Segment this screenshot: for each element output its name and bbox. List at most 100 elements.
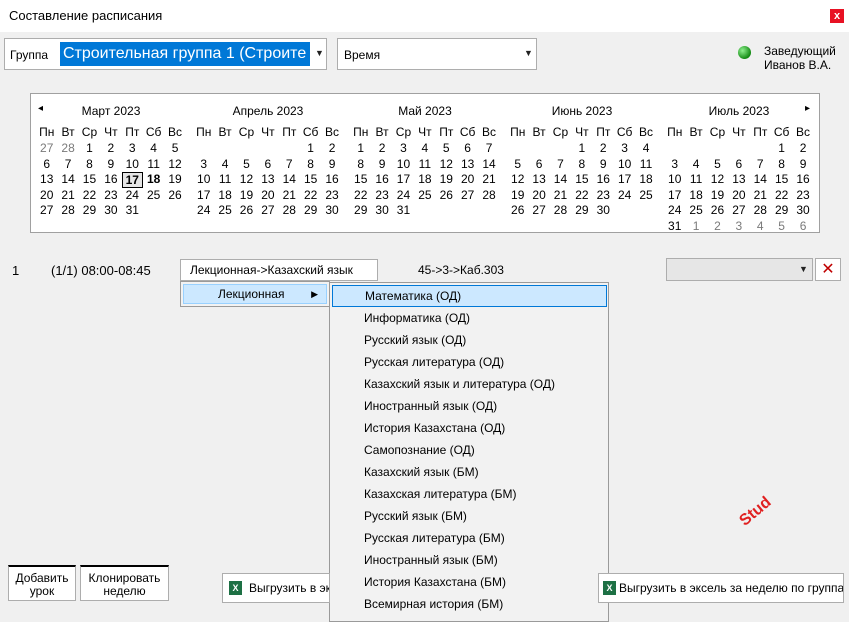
calendar-day[interactable]: 12 <box>707 172 728 188</box>
calendar-day[interactable]: 11 <box>635 157 656 173</box>
calendar-day[interactable]: 12 <box>436 157 457 173</box>
calendar-day[interactable]: 12 <box>236 172 257 188</box>
calendar-day[interactable]: 7 <box>750 157 771 173</box>
calendar-day[interactable]: 4 <box>214 157 235 173</box>
calendar-day[interactable]: 11 <box>214 172 235 188</box>
calendar-day[interactable]: 13 <box>457 157 478 173</box>
calendar-day[interactable]: 7 <box>478 141 499 157</box>
subject-menu-item[interactable]: Иностранный язык (ОД) <box>332 395 607 417</box>
calendar-day[interactable]: 22 <box>79 188 100 204</box>
calendar-day[interactable]: 29 <box>571 203 592 219</box>
subject-menu-item[interactable]: Казахский язык и литература (ОД) <box>332 373 607 395</box>
chevron-down-icon[interactable]: ▼ <box>315 48 324 58</box>
calendar-day[interactable]: 25 <box>635 188 656 204</box>
calendar-day[interactable]: 8 <box>300 157 321 173</box>
calendar-day[interactable]: 6 <box>257 157 278 173</box>
calendar-day[interactable]: 2 <box>792 141 813 157</box>
calendar-day[interactable]: 7 <box>57 157 78 173</box>
calendar-day[interactable]: 8 <box>771 157 792 173</box>
calendar-day[interactable]: 10 <box>664 172 685 188</box>
calendar-day[interactable]: 1 <box>571 141 592 157</box>
calendar-day[interactable]: 18 <box>414 172 435 188</box>
menu-item-lecture[interactable]: Лекционная ▶ <box>183 284 327 304</box>
calendar-day[interactable]: 24 <box>122 188 143 204</box>
calendar-day[interactable]: 28 <box>478 188 499 204</box>
calendar-day[interactable]: 30 <box>593 203 614 219</box>
calendar-day[interactable]: 14 <box>750 172 771 188</box>
subject-menu-item[interactable]: Самопознание (ОД) <box>332 439 607 461</box>
calendar-day[interactable]: 28 <box>279 203 300 219</box>
calendar-day[interactable]: 13 <box>528 172 549 188</box>
calendar-day[interactable]: 16 <box>593 172 614 188</box>
calendar-day[interactable]: 3 <box>614 141 635 157</box>
calendar-day[interactable]: 5 <box>164 141 185 157</box>
calendar-day[interactable]: 22 <box>300 188 321 204</box>
teacher-select[interactable]: ▼ <box>666 258 813 281</box>
calendar-day[interactable]: 5 <box>707 157 728 173</box>
calendar-day[interactable]: 29 <box>300 203 321 219</box>
close-button[interactable]: x <box>830 9 844 23</box>
subject-menu-item[interactable]: История Казахстана (БМ) <box>332 571 607 593</box>
group-select[interactable]: Группа Строительная группа 1 (Строите ▼ <box>4 38 327 70</box>
subject-menu-item[interactable]: Информатика (ОД) <box>332 307 607 329</box>
calendar-day[interactable]: 14 <box>478 157 499 173</box>
calendar-day[interactable]: 16 <box>100 172 121 188</box>
calendar-day[interactable]: 22 <box>571 188 592 204</box>
export-excel-button[interactable]: X Выгрузить в экс <box>222 573 330 603</box>
calendar-day[interactable]: 18 <box>685 188 706 204</box>
calendar-day[interactable]: 24 <box>664 203 685 219</box>
calendar-day[interactable]: 23 <box>593 188 614 204</box>
calendar-day[interactable]: 14 <box>550 172 571 188</box>
calendar-day[interactable]: 31 <box>664 219 685 235</box>
calendar-day[interactable]: 1 <box>685 219 706 235</box>
calendar-day[interactable]: 17 <box>393 172 414 188</box>
calendar-day[interactable]: 27 <box>36 203 57 219</box>
calendar-day[interactable]: 11 <box>414 157 435 173</box>
calendar-day[interactable]: 17 <box>121 172 143 188</box>
calendar-day[interactable]: 18 <box>635 172 656 188</box>
calendar-day[interactable]: 26 <box>436 188 457 204</box>
calendar-day[interactable]: 24 <box>193 203 214 219</box>
calendar-day[interactable]: 3 <box>393 141 414 157</box>
calendar-day[interactable]: 15 <box>79 172 100 188</box>
calendar-day[interactable]: 27 <box>457 188 478 204</box>
calendar-day[interactable]: 11 <box>143 157 164 173</box>
calendar-day[interactable]: 1 <box>771 141 792 157</box>
add-lesson-button[interactable]: Добавить урок <box>8 565 76 601</box>
calendar-day[interactable]: 2 <box>321 141 342 157</box>
calendar-day[interactable]: 11 <box>685 172 706 188</box>
calendar-day[interactable]: 15 <box>571 172 592 188</box>
calendar-day[interactable]: 13 <box>257 172 278 188</box>
subject-menu-item[interactable]: Всемирная история (БМ) <box>332 593 607 615</box>
calendar-day[interactable]: 30 <box>792 203 813 219</box>
calendar-day[interactable]: 15 <box>300 172 321 188</box>
calendar-day[interactable]: 2 <box>100 141 121 157</box>
calendar-day[interactable]: 29 <box>79 203 100 219</box>
subject-menu-item[interactable]: Русская литература (БМ) <box>332 527 607 549</box>
calendar-day[interactable]: 21 <box>550 188 571 204</box>
calendar-day[interactable]: 27 <box>36 141 57 157</box>
calendar-day[interactable]: 25 <box>414 188 435 204</box>
calendar-day[interactable]: 21 <box>478 172 499 188</box>
calendar-day[interactable]: 26 <box>236 203 257 219</box>
calendar-day[interactable]: 7 <box>279 157 300 173</box>
calendar-day[interactable]: 19 <box>507 188 528 204</box>
calendar-day[interactable]: 12 <box>164 157 185 173</box>
calendar-day[interactable]: 26 <box>507 203 528 219</box>
calendar-day[interactable]: 22 <box>350 188 371 204</box>
calendar-day[interactable]: 9 <box>321 157 342 173</box>
calendar-day[interactable]: 6 <box>792 219 813 235</box>
calendar-day[interactable]: 19 <box>236 188 257 204</box>
calendar-day[interactable]: 28 <box>550 203 571 219</box>
lesson-type-button[interactable]: Лекционная->Казахский язык <box>180 259 378 281</box>
calendar-day[interactable]: 3 <box>728 219 749 235</box>
subject-menu-item[interactable]: Казахская литература (БМ) <box>332 483 607 505</box>
calendar-day[interactable]: 16 <box>792 172 813 188</box>
calendar-day[interactable]: 25 <box>685 203 706 219</box>
subject-menu-item[interactable]: Математика (ОД) <box>332 285 607 307</box>
calendar-day[interactable]: 6 <box>728 157 749 173</box>
calendar-day[interactable]: 10 <box>122 157 143 173</box>
subject-menu-item[interactable]: Русская литература (ОД) <box>332 351 607 373</box>
calendar-day[interactable]: 25 <box>214 203 235 219</box>
calendar-day[interactable]: 3 <box>193 157 214 173</box>
